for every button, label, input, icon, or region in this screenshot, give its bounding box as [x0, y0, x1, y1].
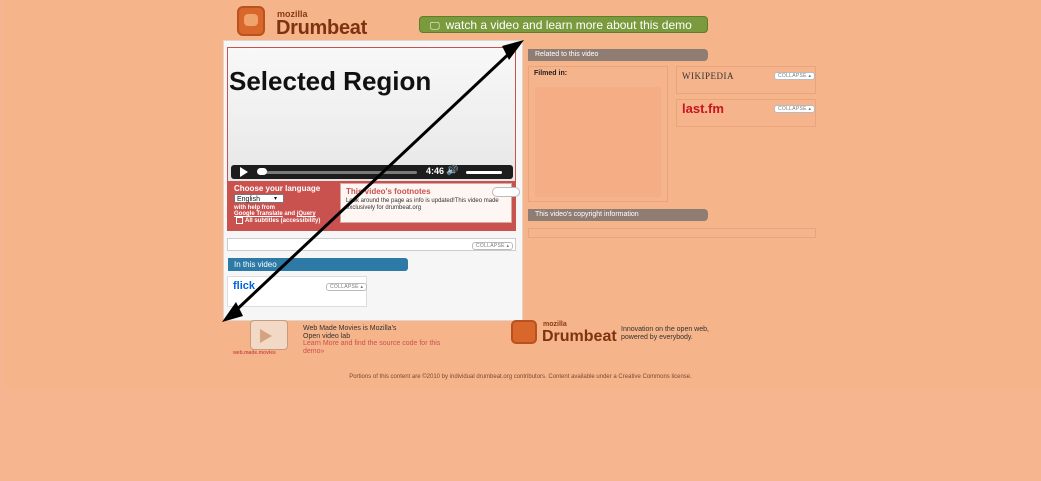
collapse-button[interactable]: COLLAPSE ▴ — [472, 242, 514, 250]
play-icon[interactable] — [240, 167, 248, 177]
seek-track[interactable] — [259, 171, 417, 174]
flickr-collapse-button[interactable]: COLLAPSE ▴ — [326, 283, 368, 291]
wmm-line-2: Open video lab — [303, 333, 351, 340]
language-select[interactable]: English ▾ — [234, 194, 284, 203]
monitor-icon: 🖵 — [430, 21, 440, 32]
watch-video-label: watch a video and learn more about this … — [445, 18, 692, 32]
lastfm-logo: last.fm — [682, 101, 724, 116]
web-made-movies-logo-text: web.made.movies — [233, 350, 276, 356]
lastfm-collapse-button[interactable]: COLLAPSE ▴ — [774, 105, 816, 113]
language-selected-value: English — [237, 196, 260, 203]
footnotes-title: This video's footnotes — [346, 187, 431, 196]
footer-brand-logo[interactable]: Drumbeat — [542, 328, 617, 346]
drumbeat-footer-icon — [511, 320, 537, 344]
all-subtitles-option[interactable]: All subtitles (accessibility) — [236, 217, 320, 224]
learn-more-link[interactable]: Learn More and find the source code for … — [303, 340, 463, 356]
filmed-in-label: Filmed in: — [534, 70, 568, 77]
footnotes-body: Look around the page as info is updated!… — [346, 198, 499, 211]
seek-handle[interactable] — [257, 168, 267, 175]
all-subtitles-label: All subtitles (accessibility) — [245, 218, 321, 225]
volume-icon[interactable]: 🔊 — [446, 165, 458, 176]
wmm-line-1: Web Made Movies is Mozilla's — [303, 325, 397, 332]
page-background-lower — [0, 388, 1041, 481]
all-subtitles-checkbox[interactable] — [236, 217, 243, 224]
flickr-logo: flick — [233, 280, 256, 292]
drumbeat-tv-icon — [237, 6, 265, 36]
wikipedia-logo: WIKIPEDIA — [682, 71, 734, 81]
brand-logo[interactable]: Drumbeat — [276, 17, 367, 40]
wikipedia-collapse-button[interactable]: COLLAPSE ▴ — [774, 72, 816, 80]
page-left-edge — [0, 0, 4, 481]
filmed-in-map — [535, 87, 661, 197]
footnotes-toggle[interactable] — [492, 187, 520, 197]
copyright-notice: Portions of this content are ©2010 by in… — [349, 374, 692, 380]
copyright-info-label: This video's copyright information — [535, 211, 639, 218]
video-time: 4:46 — [426, 166, 445, 176]
footer-brand-small: mozilla — [543, 321, 567, 328]
chevron-down-icon: ▾ — [273, 196, 277, 202]
language-title: Choose your language — [234, 184, 321, 193]
in-this-video-label: In this video — [234, 260, 277, 269]
watch-video-button[interactable]: 🖵 watch a video and learn more about this… — [419, 16, 708, 33]
volume-slider[interactable] — [466, 171, 502, 174]
web-made-movies-icon[interactable] — [250, 320, 288, 350]
related-label: Related to this video — [535, 51, 599, 58]
footer-tagline: Innovation on the open web, powered by e… — [621, 326, 709, 341]
selected-region-label: Selected Region — [229, 66, 432, 96]
copyright-info-panel — [528, 228, 816, 238]
